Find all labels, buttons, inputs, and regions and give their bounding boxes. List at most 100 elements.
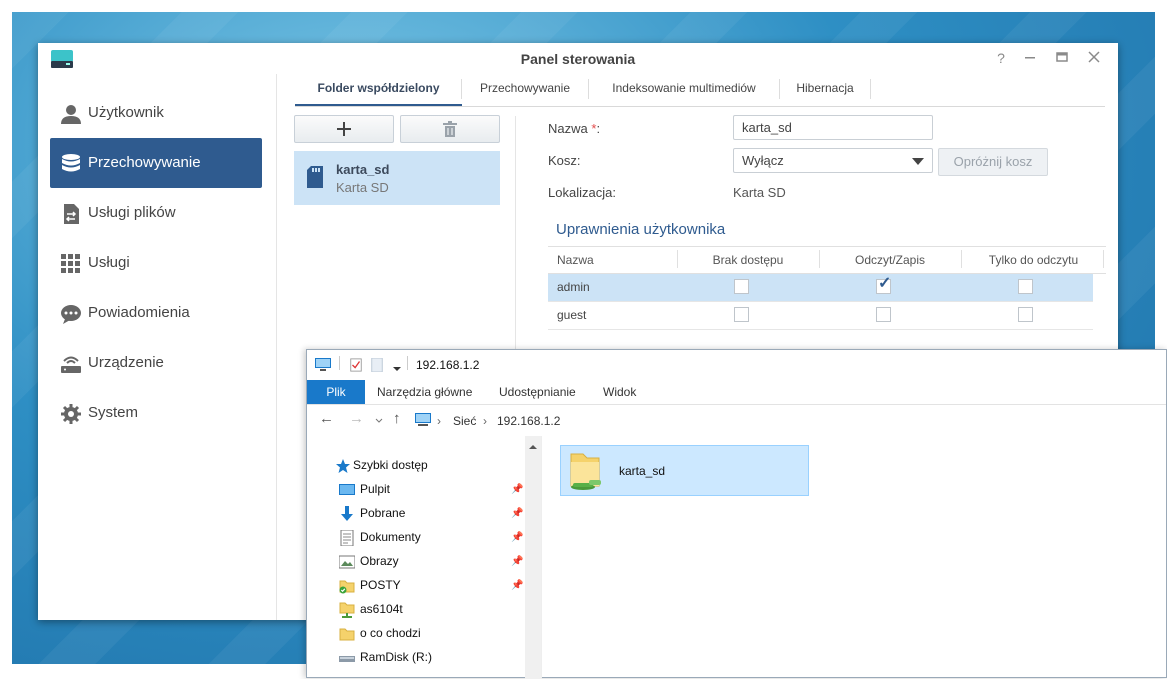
shared-folder-icon: [570, 453, 601, 490]
sidebar-item-device[interactable]: Urządzenie: [50, 338, 262, 388]
pin-icon[interactable]: 📌: [511, 532, 523, 543]
sidebar-item-notifications[interactable]: Powiadomienia: [50, 288, 262, 338]
tree-item-ramdisk[interactable]: RamDisk (R:): [307, 646, 525, 670]
location-value: Karta SD: [733, 185, 786, 200]
sidebar-item-label: Przechowywanie: [88, 154, 201, 171]
name-input[interactable]: karta_sd: [733, 115, 933, 140]
chevron-down-icon[interactable]: [393, 362, 401, 376]
folder-name: karta_sd: [336, 162, 390, 177]
tree-item-posty[interactable]: POSTY 📌: [307, 574, 525, 598]
breadcrumb-host[interactable]: 192.168.1.2: [497, 414, 560, 428]
tree-item-label: as6104t: [360, 602, 403, 616]
column-header-no-access[interactable]: Brak dostępu: [677, 246, 819, 274]
sidebar-item-label: Usługi plików: [88, 204, 176, 221]
pin-icon[interactable]: 📌: [511, 484, 523, 495]
grid-icon: [61, 254, 80, 273]
sidebar-item-user[interactable]: Użytkownik: [50, 88, 262, 138]
sd-card-icon: [307, 166, 323, 188]
tab-shared-folder[interactable]: Folder współdzielony: [295, 76, 462, 106]
user-name: guest: [557, 308, 587, 322]
explorer-titlebar[interactable]: 192.168.1.2: [307, 350, 1166, 380]
new-folder-icon[interactable]: [371, 358, 383, 372]
download-arrow-icon: [341, 506, 353, 521]
tree-item-as6104t[interactable]: as6104t: [307, 598, 525, 622]
tab-view[interactable]: Widok: [603, 380, 636, 404]
scroll-up-icon[interactable]: [529, 444, 537, 450]
navigation-scrollbar[interactable]: [525, 436, 541, 679]
column-header-name[interactable]: Nazwa: [548, 246, 677, 274]
tab-media-indexing[interactable]: Indeksowanie multimediów: [589, 76, 779, 104]
read-write-checkbox[interactable]: [876, 307, 891, 322]
tab-storage[interactable]: Przechowywanie: [462, 76, 588, 104]
minimize-button[interactable]: [1022, 51, 1038, 65]
sidebar-item-system[interactable]: System: [50, 388, 262, 438]
column-separator: [677, 250, 678, 268]
up-arrow-icon[interactable]: ↑: [393, 410, 401, 427]
read-write-checkbox[interactable]: ✓: [876, 276, 891, 294]
read-only-checkbox[interactable]: [1018, 279, 1033, 294]
separator: [339, 356, 340, 370]
location-label: Lokalizacja:: [548, 185, 616, 200]
column-header-read-only[interactable]: Tylko do odczytu: [961, 246, 1106, 274]
folder-icon: [339, 628, 355, 641]
drive-icon: [339, 656, 355, 662]
address-bar: ← → ↑ › Sieć › 192.168.1.2: [307, 404, 1166, 436]
tree-item-label: RamDisk (R:): [360, 650, 432, 664]
tab-share[interactable]: Udostępnianie: [499, 380, 576, 404]
recycle-bin-value: Wyłącz: [742, 153, 784, 168]
list-item[interactable]: karta_sd: [560, 445, 809, 496]
sidebar-item-file-services[interactable]: Usługi plików: [50, 188, 262, 238]
network-icon: [415, 413, 431, 426]
sidebar-item-storage[interactable]: Przechowywanie: [50, 138, 262, 188]
window-titlebar[interactable]: Panel sterowania ?: [38, 43, 1118, 74]
folder-name: karta_sd: [619, 464, 666, 478]
gear-icon: [61, 404, 81, 424]
read-only-checkbox[interactable]: [1018, 307, 1033, 322]
name-label: Nazwa *:: [548, 121, 601, 136]
tab-file[interactable]: Plik: [307, 380, 365, 404]
list-item[interactable]: karta_sd Karta SD: [294, 151, 500, 205]
breadcrumb-network[interactable]: Sieć: [453, 414, 476, 428]
tree-item-label: Pobrane: [360, 506, 406, 520]
tree-item-label: Obrazy: [360, 554, 399, 568]
chevron-down-icon: [912, 158, 924, 165]
pin-icon[interactable]: 📌: [511, 580, 523, 591]
tree-item-downloads[interactable]: Pobrane 📌: [307, 502, 525, 526]
column-separator: [1103, 250, 1104, 268]
tree-item-quick-access[interactable]: Szybki dostęp: [331, 454, 521, 478]
navigation-pane: Szybki dostęp Pulpit 📌 Pobrane 📌 Dokumen…: [307, 436, 542, 679]
back-arrow-icon[interactable]: ←: [319, 410, 334, 427]
pin-icon[interactable]: 📌: [511, 508, 523, 519]
forward-arrow-icon[interactable]: →: [349, 410, 364, 427]
breadcrumb-separator: ›: [437, 414, 441, 428]
empty-recycle-bin-button[interactable]: Opróżnij kosz: [938, 148, 1048, 176]
sidebar-item-label: Użytkownik: [88, 104, 164, 121]
tree-item-documents[interactable]: Dokumenty 📌: [307, 526, 525, 550]
recycle-bin-label: Kosz:: [548, 153, 581, 168]
window-title: Panel sterowania: [520, 51, 636, 67]
desktop-icon: [339, 484, 355, 495]
create-folder-button[interactable]: [294, 115, 394, 143]
tree-item-o-co-chodzi[interactable]: o co chodzi: [307, 622, 525, 646]
recycle-bin-select[interactable]: Wyłącz: [733, 148, 933, 173]
recent-locations-chevron-icon[interactable]: [375, 418, 383, 424]
close-button[interactable]: [1086, 51, 1102, 65]
tab-hibernation[interactable]: Hibernacja: [780, 76, 870, 104]
no-access-checkbox[interactable]: [734, 307, 749, 322]
properties-icon[interactable]: [349, 358, 363, 372]
table-row[interactable]: admin ✓: [548, 274, 1093, 302]
tab-home[interactable]: Narzędzia główne: [377, 380, 472, 404]
router-icon: [61, 356, 81, 373]
tree-item-pictures[interactable]: Obrazy 📌: [307, 550, 525, 574]
delete-folder-button[interactable]: [400, 115, 500, 143]
column-header-read-write[interactable]: Odczyt/Zapis: [819, 246, 961, 274]
maximize-button[interactable]: [1054, 51, 1070, 65]
column-separator: [819, 250, 820, 268]
help-icon[interactable]: ?: [993, 51, 1009, 65]
no-access-checkbox[interactable]: [734, 279, 749, 294]
pin-icon[interactable]: 📌: [511, 556, 523, 567]
window-title: 192.168.1.2: [416, 358, 480, 372]
table-row[interactable]: guest: [548, 302, 1093, 330]
sidebar-item-services[interactable]: Usługi: [50, 238, 262, 288]
tree-item-desktop[interactable]: Pulpit 📌: [307, 478, 525, 502]
